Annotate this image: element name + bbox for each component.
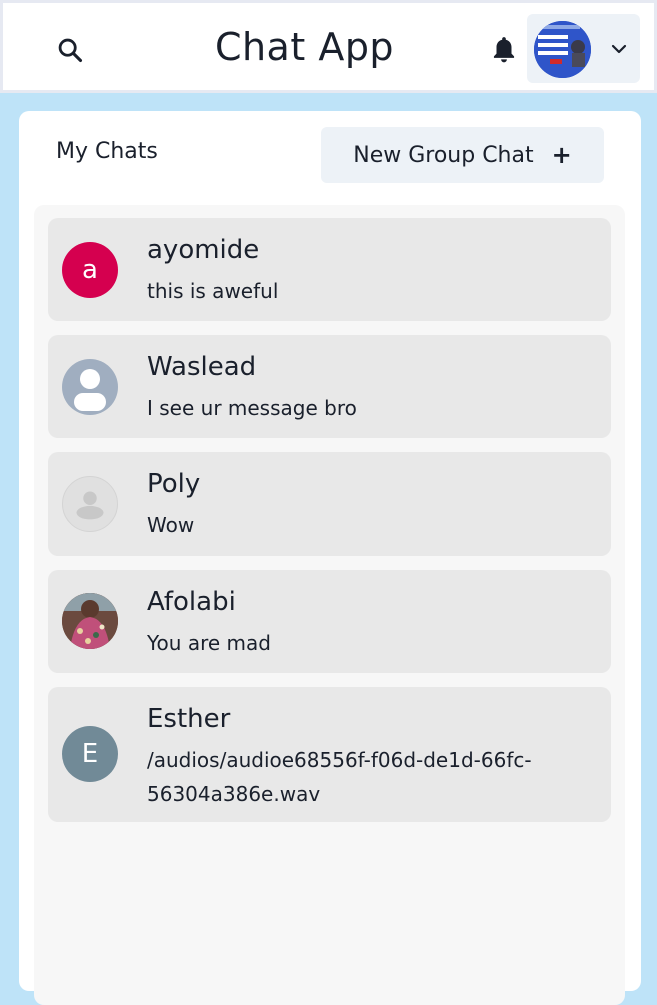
notifications-button[interactable]: [487, 31, 521, 69]
default-user-icon: [62, 359, 118, 415]
profile-menu-button[interactable]: [527, 14, 640, 83]
my-chats-heading: My Chats: [56, 139, 158, 164]
chat-last-message: /audios/audioe68556f-f06d-de1d-66fc-5630…: [147, 748, 532, 806]
chat-last-message: Wow: [147, 513, 195, 537]
chat-name: Poly: [147, 469, 201, 499]
new-group-chat-label: New Group Chat: [353, 142, 534, 168]
chevron-down-icon: [611, 44, 627, 54]
chat-list-item[interactable]: a ayomide this is aweful: [48, 218, 611, 321]
avatar: a: [62, 242, 118, 298]
avatar-initial: E: [81, 739, 99, 769]
chat-name: Waslead: [147, 352, 257, 382]
top-header: Chat App: [0, 0, 657, 93]
chat-last-message: You are mad: [147, 631, 271, 655]
avatar: E: [62, 726, 118, 782]
chat-list: a ayomide this is aweful Waslead I see u…: [34, 205, 625, 1005]
my-chats-panel: My Chats New Group Chat + a ayomide this…: [19, 111, 641, 1005]
bell-icon: [493, 37, 515, 63]
avatar: [62, 593, 118, 649]
chat-last-message: I see ur message bro: [147, 396, 357, 420]
chat-name: Esther: [147, 704, 231, 734]
chat-name: Afolabi: [147, 587, 236, 617]
new-group-chat-button[interactable]: New Group Chat +: [321, 127, 604, 183]
chat-list-item[interactable]: Poly Wow: [48, 452, 611, 556]
chat-last-message: this is aweful: [147, 279, 279, 303]
chat-name: ayomide: [147, 235, 260, 265]
chat-list-item[interactable]: E Esther /audios/audioe68556f-f06d-de1d-…: [48, 687, 611, 822]
default-user-icon: [62, 476, 118, 532]
avatar-initial: a: [82, 255, 98, 285]
plus-icon: +: [551, 141, 572, 169]
chat-list-item[interactable]: Waslead I see ur message bro: [48, 335, 611, 438]
chat-list-item[interactable]: Afolabi You are mad: [48, 570, 611, 673]
avatar: [534, 21, 591, 78]
